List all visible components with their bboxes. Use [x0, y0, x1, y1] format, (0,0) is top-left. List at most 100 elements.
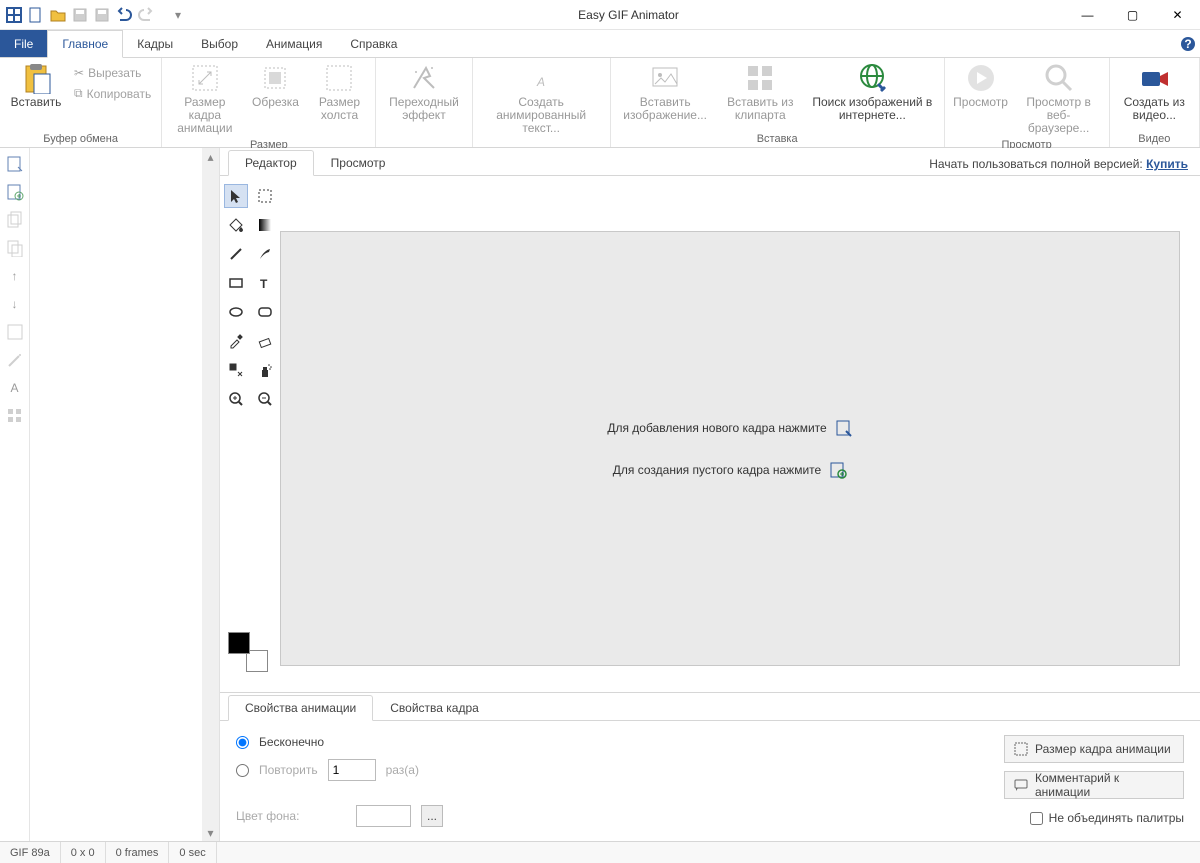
- tab-file[interactable]: File: [0, 30, 47, 57]
- cut-label: Вырезать: [88, 66, 141, 80]
- repeat-label: Повторить: [259, 763, 318, 777]
- bgcolor-swatch[interactable]: [356, 805, 411, 827]
- insert-clipart-button[interactable]: Вставить из клипарта: [718, 60, 804, 124]
- zoomout-tool[interactable]: [253, 387, 277, 411]
- maximize-button[interactable]: ▢: [1110, 0, 1155, 30]
- close-button[interactable]: ✕: [1155, 0, 1200, 30]
- undo-icon[interactable]: [114, 5, 134, 25]
- group-video-title: Видео: [1116, 131, 1193, 147]
- delete-frame-icon[interactable]: [5, 238, 25, 258]
- status-bar: GIF 89a 0 x 0 0 frames 0 sec: [0, 841, 1200, 863]
- marquee-tool[interactable]: [253, 184, 277, 208]
- buy-link[interactable]: Купить: [1146, 157, 1188, 171]
- move-tool[interactable]: [224, 358, 248, 382]
- new-icon[interactable]: [26, 5, 46, 25]
- clipart-icon: [744, 62, 776, 94]
- add-frame-from-file-icon[interactable]: [5, 154, 25, 174]
- infinite-label: Бесконечно: [259, 735, 324, 749]
- zoomin-tool[interactable]: [224, 387, 248, 411]
- animtext-label: Создать анимированный текст...: [483, 96, 600, 135]
- frame-props-tab[interactable]: Свойства кадра: [373, 695, 496, 720]
- status-dimensions: 0 x 0: [61, 842, 106, 863]
- fill-tool[interactable]: [224, 213, 248, 237]
- insert-image-button[interactable]: Вставить изображение...: [617, 60, 714, 124]
- svg-text:?: ?: [1184, 37, 1191, 51]
- help-icon[interactable]: ?: [1176, 30, 1200, 57]
- crop-button[interactable]: Обрезка: [245, 60, 305, 111]
- ellipse-tool[interactable]: [224, 300, 248, 324]
- status-frames: 0 frames: [106, 842, 170, 863]
- roundrect-tool[interactable]: [253, 300, 277, 324]
- left-toolbar: ↑ ↓ A: [0, 148, 30, 841]
- nomerge-label: Не объединять палитры: [1049, 811, 1184, 825]
- open-icon[interactable]: [48, 5, 68, 25]
- qat-dropdown-icon[interactable]: ▾: [168, 5, 188, 25]
- animtext-button[interactable]: A Создать анимированный текст...: [479, 60, 604, 137]
- pointer-tool[interactable]: [224, 184, 248, 208]
- repeat-radio[interactable]: [236, 764, 249, 777]
- infinite-radio[interactable]: [236, 736, 249, 749]
- editor-tab[interactable]: Редактор: [228, 150, 314, 176]
- minimize-button[interactable]: —: [1065, 0, 1110, 30]
- comment-props-button[interactable]: Комментарий к анимации: [1004, 771, 1184, 799]
- nomerge-checkbox[interactable]: [1030, 812, 1043, 825]
- transition-button[interactable]: Переходный эффект: [382, 60, 465, 124]
- move-up-icon[interactable]: ↑: [5, 266, 25, 286]
- rect-tool[interactable]: [224, 271, 248, 295]
- scroll-down-icon[interactable]: ▾: [202, 824, 219, 841]
- tab-frames[interactable]: Кадры: [123, 30, 187, 57]
- foreground-color[interactable]: [228, 632, 250, 654]
- browser-preview-button[interactable]: Просмотр в веб-браузере...: [1015, 60, 1103, 137]
- globe-icon: [856, 62, 888, 94]
- anim-props-tab[interactable]: Свойства анимации: [228, 695, 373, 721]
- save-icon[interactable]: [70, 5, 90, 25]
- frame-grid-icon[interactable]: [5, 406, 25, 426]
- canvas: Для добавления нового кадра нажмите Для …: [280, 231, 1180, 666]
- repeat-count-input[interactable]: [328, 759, 376, 781]
- save-as-icon[interactable]: [92, 5, 112, 25]
- window-title: Easy GIF Animator: [192, 8, 1065, 22]
- animtext-icon: A: [525, 62, 557, 94]
- frame-text-icon[interactable]: A: [5, 378, 25, 398]
- preview-tab[interactable]: Просмотр: [314, 150, 403, 175]
- copy-button[interactable]: ⧉Копировать: [70, 84, 155, 103]
- frame-wizard-icon[interactable]: [5, 350, 25, 370]
- eraser-tool[interactable]: [253, 329, 277, 353]
- hint-add-frame: Для добавления нового кадра нажмите: [607, 419, 852, 437]
- websearch-button[interactable]: Поиск изображений в интернете...: [807, 60, 938, 124]
- gradient-tool[interactable]: [253, 213, 277, 237]
- tab-help[interactable]: Справка: [336, 30, 411, 57]
- play-icon: [965, 62, 997, 94]
- text-tool[interactable]: T: [253, 271, 277, 295]
- status-type: GIF 89a: [0, 842, 61, 863]
- tab-select[interactable]: Выбор: [187, 30, 252, 57]
- insert-clipart-label: Вставить из клипарта: [722, 96, 800, 122]
- video-icon: [1138, 62, 1170, 94]
- add-blank-frame-icon[interactable]: [5, 182, 25, 202]
- move-down-icon[interactable]: ↓: [5, 294, 25, 314]
- canvas-size-button[interactable]: Размер холста: [309, 60, 369, 124]
- from-video-button[interactable]: Создать из видео...: [1116, 60, 1193, 124]
- transition-icon: [408, 62, 440, 94]
- redo-icon[interactable]: [136, 5, 156, 25]
- duplicate-frame-icon[interactable]: [5, 210, 25, 230]
- tab-home[interactable]: Главное: [47, 30, 123, 58]
- resize-anim-props-button[interactable]: Размер кадра анимации: [1004, 735, 1184, 763]
- color-swatch[interactable]: [228, 632, 268, 672]
- crop-icon: [259, 62, 291, 94]
- bgcolor-picker-button[interactable]: ...: [421, 805, 443, 827]
- paste-button[interactable]: Вставить: [6, 60, 66, 111]
- app-icon: [4, 5, 24, 25]
- frame-tool1-icon[interactable]: [5, 322, 25, 342]
- line-tool[interactable]: [224, 242, 248, 266]
- tab-animation[interactable]: Анимация: [252, 30, 336, 57]
- eyedropper-tool[interactable]: [224, 329, 248, 353]
- brush-tool[interactable]: [253, 242, 277, 266]
- frames-scrollbar[interactable]: ▴ ▾: [202, 148, 219, 841]
- spray-tool[interactable]: [253, 358, 277, 382]
- preview-button[interactable]: Просмотр: [951, 60, 1011, 111]
- scroll-up-icon[interactable]: ▴: [202, 148, 219, 165]
- resize-anim-button[interactable]: Размер кадра анимации: [168, 60, 241, 137]
- comment-icon: [1013, 777, 1029, 793]
- cut-button[interactable]: ✂Вырезать: [70, 64, 155, 82]
